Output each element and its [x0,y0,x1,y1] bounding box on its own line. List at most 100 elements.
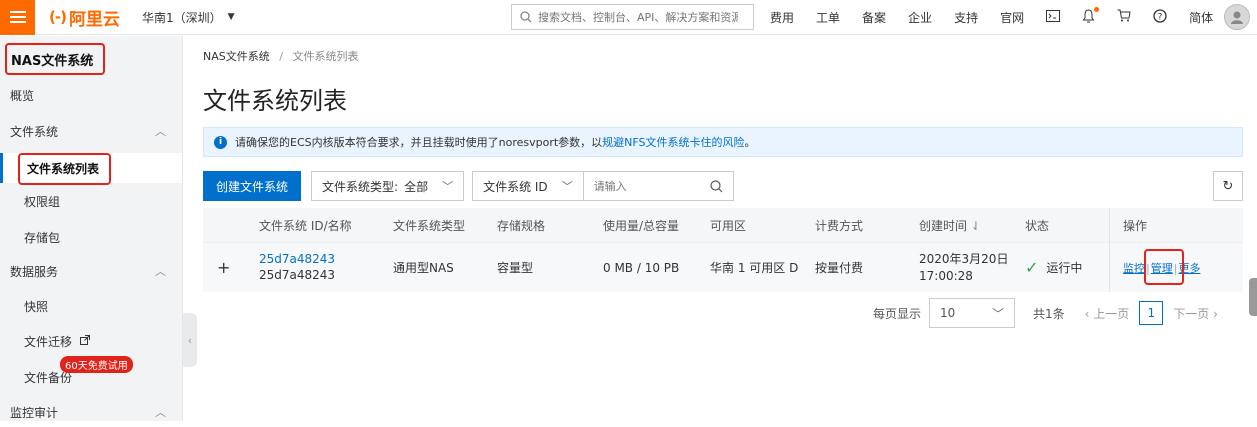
current-page[interactable]: 1 [1139,301,1164,325]
expand-row-button[interactable]: + [217,258,230,277]
per-page-label: 每页显示 [873,306,922,321]
side-panel-handle[interactable] [1249,278,1257,316]
col-header-id-name: 文件系统 ID/名称 [259,218,352,233]
sidebar-group-data-service[interactable]: 数据服务 ︿ [0,256,182,286]
sidebar-group-monitor-audit[interactable]: 监控审计 ︿ [0,397,182,427]
col-header-type: 文件系统类型 [393,218,466,233]
sidebar-item-label: 存储包 [24,230,61,245]
file-system-id-cell: 25d7a48243 25d7a48243 [259,251,335,283]
status-text: 运行中 [1046,261,1083,275]
chevron-down-icon: ﹀ [992,306,1005,321]
refresh-icon: ↻ [1222,178,1234,194]
pagination: 每页显示 10 ﹀ 共1条 ‹ 上一页 1 下一页 › [873,298,1218,328]
nav-enterprise[interactable]: 企业 [908,9,932,26]
col-header-actions: 操作 [1123,218,1148,233]
global-search[interactable] [511,4,754,30]
col-header-status: 状态 [1025,218,1050,233]
nav-support[interactable]: 支持 [954,9,978,26]
external-link-icon [80,334,91,348]
highlight-box [18,153,111,185]
col-header-usage: 使用量/总容量 [603,218,680,233]
prev-page-label: 上一页 [1093,306,1130,321]
top-nav-links: 费用 工单 备案 企业 支持 官网 ? 简体 [770,0,1235,35]
total-count: 共1条 [1033,306,1065,321]
file-system-table: 文件系统 ID/名称 文件系统类型 存储规格 使用量/总容量 可用区 计费方式 … [203,208,1243,292]
logo-text: 阿里云 [68,9,120,30]
col-header-billing: 计费方式 [815,218,864,233]
sidebar-item-snapshot[interactable]: 快照 [0,291,182,321]
table-header: 文件系统 ID/名称 文件系统类型 存储规格 使用量/总容量 可用区 计费方式 … [203,208,1243,242]
spec-cell: 容量型 [497,261,534,275]
search-input-box[interactable] [583,171,734,201]
info-icon: i [214,135,227,149]
sidebar-item-label: 文件迁移 [24,334,73,349]
caret-down-icon: ▼ [227,12,235,22]
search-input[interactable] [593,179,704,193]
file-system-id-filter[interactable]: 文件系统 ID ﹀ [472,171,584,201]
aliyun-logo[interactable]: (-) 阿里云 [49,5,120,30]
chevron-down-icon: ﹀ [561,180,573,193]
hamburger-menu-button[interactable] [0,0,35,35]
chevron-up-icon: ︿ [155,265,166,278]
created-date: 2020年3月20日 [919,252,1009,266]
type-cell: 通用型NAS [393,261,454,275]
file-system-name: 25d7a48243 [259,268,336,282]
terminal-icon[interactable] [1046,9,1061,26]
prev-page-button[interactable]: ‹ 上一页 [1085,305,1130,322]
filter-label: 文件系统类型: [322,179,399,194]
file-system-id-link[interactable]: 25d7a48243 [259,252,335,266]
region-selector[interactable]: 华南1（深圳） ▼ [142,9,235,26]
search-icon[interactable] [710,179,723,193]
sidebar-item-overview[interactable]: 概览 [0,80,182,110]
chevron-up-icon: ︿ [155,125,166,138]
sidebar-group-file-system[interactable]: 文件系统 ︿ [0,116,182,146]
create-file-system-button[interactable]: 创建文件系统 [203,171,302,201]
refresh-button[interactable]: ↻ [1213,171,1243,201]
cart-icon[interactable] [1117,9,1131,26]
sidebar-title[interactable]: NAS文件系统 [5,43,105,75]
sidebar-item-label: 权限组 [24,194,61,209]
monitor-link[interactable]: 监控 [1123,262,1145,275]
zone-cell: 华南 1 可用区 D [710,261,799,275]
nav-official-site[interactable]: 官网 [1000,9,1024,26]
file-system-type-filter[interactable]: 文件系统类型: 全部 ﹀ [311,171,465,201]
region-label: 华南1（深圳） [141,10,222,25]
sidebar-item-label: 概览 [10,88,35,103]
sidebar-item-storage-package[interactable]: 存储包 [0,222,182,252]
billing-cell: 按量付费 [815,261,864,275]
notice-link[interactable]: 规避NFS文件系统卡住的风险 [602,136,744,149]
per-page-value: 10 [940,306,956,320]
nav-tickets[interactable]: 工单 [816,9,840,26]
user-avatar[interactable] [1224,4,1250,30]
next-page-label: 下一页 [1173,306,1210,321]
sidebar-collapse-handle[interactable]: ‹ [183,313,197,367]
usage-cell: 0 MB / 10 PB [603,260,680,275]
created-cell: 2020年3月20日 17:00:28 [919,251,1008,285]
notice-tail: 。 [744,136,756,149]
breadcrumb-current: 文件系统列表 [292,50,359,63]
sort-icon[interactable]: ⇃ [971,219,981,233]
help-icon[interactable]: ? [1153,8,1167,27]
highlight-box [1144,249,1184,285]
table-row: + 25d7a48243 25d7a48243 通用型NAS 容量型 0 MB … [203,242,1243,292]
sidebar-item-permission-group[interactable]: 权限组 [0,186,182,216]
sidebar-item-file-migration[interactable]: 文件迁移 [0,326,182,356]
language-switch[interactable]: 简体 [1189,9,1213,26]
nav-icp[interactable]: 备案 [862,9,886,26]
nav-fees[interactable]: 费用 [770,9,794,26]
toolbar: 创建文件系统 文件系统类型: 全部 ﹀ 文件系统 ID ﹀ ↻ [203,171,1243,201]
filter-value: 全部 [404,179,429,194]
per-page-select[interactable]: 10 ﹀ [929,298,1016,328]
breadcrumb-root[interactable]: NAS文件系统 [203,50,270,63]
sidebar: NAS文件系统 概览 文件系统 ︿ 文件系统列表 权限组 存储包 数据服务 ︿ … [0,36,183,421]
search-icon [520,11,532,23]
status-cell: ✓ 运行中 [1025,258,1082,277]
notification-bell-icon[interactable] [1082,6,1100,27]
sidebar-item-label: 监控审计 [10,405,59,420]
info-notice: i 请确保您的ECS内核版本符合要求，并且挂载时使用了noresvport参数，… [203,127,1243,157]
breadcrumb-separator: / [279,50,283,63]
col-header-created[interactable]: 创建时间 ⇃ [919,217,981,234]
next-page-button[interactable]: 下一页 › [1173,305,1218,322]
free-trial-badge: 60天免费试用 [60,356,133,373]
global-search-input[interactable] [538,10,738,24]
